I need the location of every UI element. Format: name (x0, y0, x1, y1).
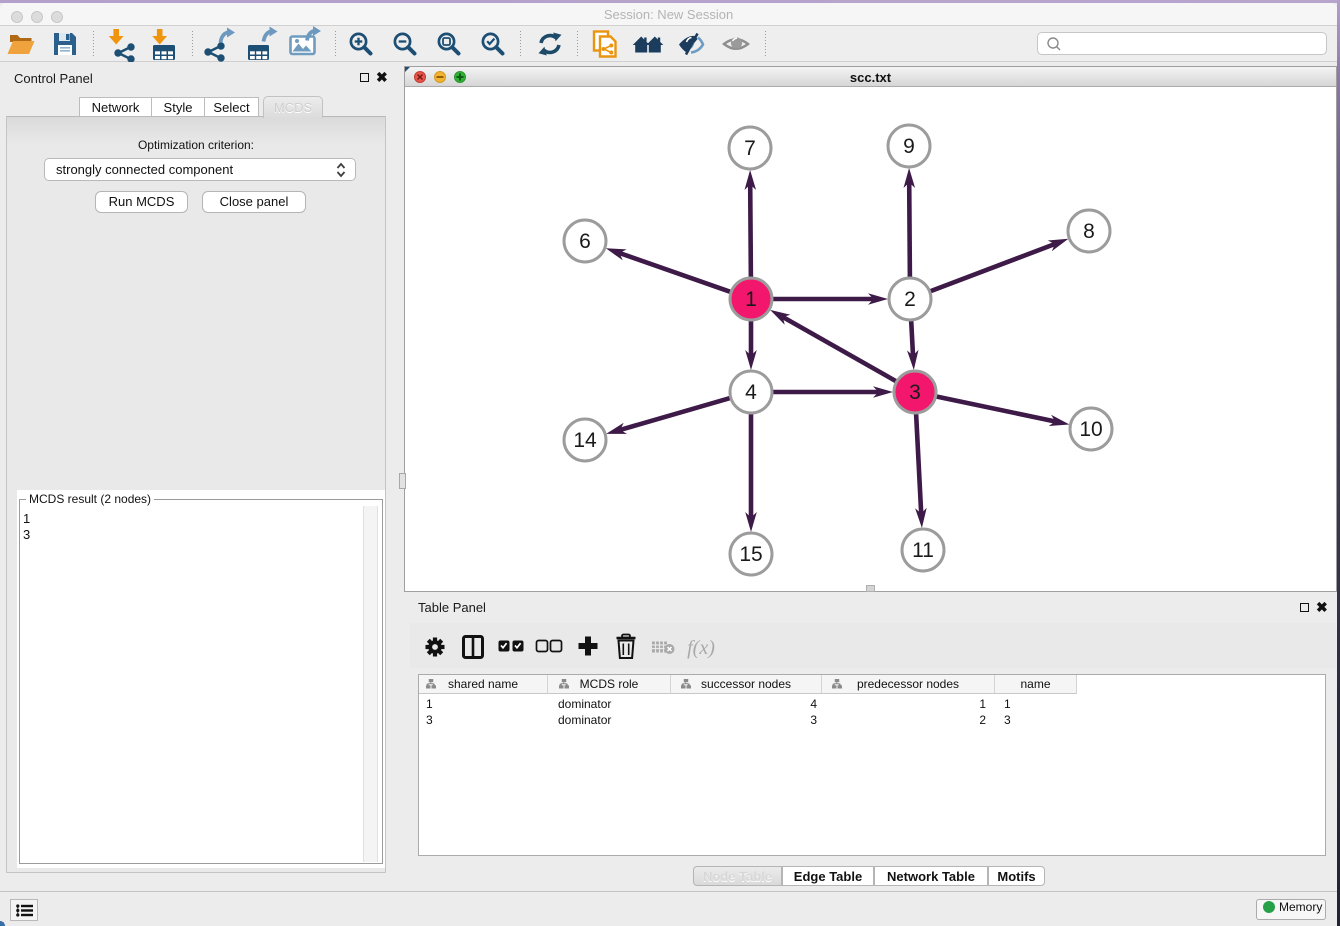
svg-text:10: 10 (1079, 418, 1102, 441)
svg-text:14: 14 (573, 429, 597, 452)
svg-text:3: 3 (909, 381, 921, 404)
svg-text:7: 7 (744, 137, 756, 160)
svg-text:1: 1 (745, 288, 757, 311)
svg-text:9: 9 (903, 135, 915, 158)
svg-text:15: 15 (739, 543, 762, 566)
svg-text:6: 6 (579, 230, 591, 253)
svg-text:11: 11 (912, 539, 934, 562)
svg-text:4: 4 (745, 381, 757, 404)
svg-text:f(x): f(x) (687, 637, 715, 659)
svg-text:8: 8 (1083, 220, 1095, 243)
svg-text:2: 2 (904, 288, 916, 311)
